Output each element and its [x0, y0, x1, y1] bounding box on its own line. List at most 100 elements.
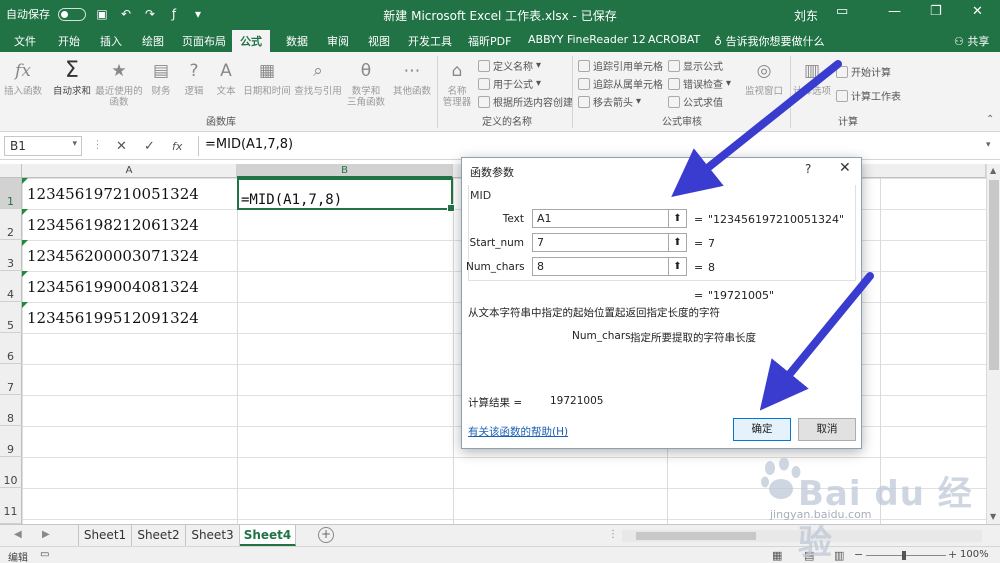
show-formulas-button[interactable]: 显示公式	[668, 58, 723, 73]
cancel-button[interactable]: 取消	[798, 418, 856, 441]
sheet-tab-sheet2[interactable]: Sheet2	[132, 525, 186, 546]
recent-functions-button[interactable]: ★ 最近使用的 函数	[94, 58, 144, 108]
arg-input-text[interactable]: A1	[532, 209, 669, 228]
row-header[interactable]: 9	[0, 426, 22, 457]
group-separator	[790, 56, 791, 128]
more-functions-button[interactable]: ⋯ 其他函数	[390, 58, 434, 97]
evaluate-formula-button[interactable]: 公式求值	[668, 94, 723, 109]
ok-button[interactable]: 确定	[733, 418, 791, 441]
cell-a3[interactable]: 123456200003071324	[22, 240, 237, 271]
tab-developer[interactable]: 开发工具	[406, 33, 454, 52]
next-sheet-icon[interactable]: ▶	[42, 529, 50, 540]
scroll-up-icon[interactable]: ▲	[990, 166, 996, 175]
tab-insert[interactable]: 插入	[98, 33, 124, 52]
row-header[interactable]: 7	[0, 364, 22, 395]
calc-sheet-button[interactable]: 计算工作表	[836, 88, 901, 103]
split-handle-icon[interactable]: ⋮	[608, 529, 618, 540]
enter-entry-icon[interactable]: ✓	[144, 139, 155, 154]
dialog-help-button[interactable]: ?	[805, 162, 811, 176]
row-header[interactable]: 11	[0, 488, 22, 524]
tab-page-layout[interactable]: 页面布局	[180, 33, 228, 52]
row-header[interactable]: 3	[0, 240, 22, 271]
collapse-dialog-icon[interactable]: ⬆	[669, 209, 687, 228]
add-sheet-icon[interactable]: +	[318, 527, 334, 543]
tell-me-search[interactable]: ♁ 告诉我你想要做什么	[712, 33, 827, 52]
financial-button[interactable]: ▤ 财务	[146, 58, 176, 97]
expand-formula-icon[interactable]: ▾	[986, 140, 991, 150]
user-name[interactable]: 刘东	[794, 7, 818, 24]
insert-function-button[interactable]: fx 插入函数	[3, 58, 43, 97]
function-help-link[interactable]: 有关该函数的帮助(H)	[468, 424, 568, 439]
macro-record-icon[interactable]: ▭	[40, 549, 49, 560]
arg-input-start-num[interactable]: 7	[532, 233, 669, 252]
sheet-tab-sheet4[interactable]: Sheet4	[240, 525, 296, 546]
horizontal-scroll-thumb[interactable]	[636, 532, 756, 540]
name-box[interactable]: B1	[4, 136, 82, 156]
column-header-a[interactable]: A	[22, 164, 237, 178]
row-header[interactable]: 6	[0, 333, 22, 364]
calc-result-value: 19721005	[550, 395, 604, 407]
calc-now-button[interactable]: 开始计算	[836, 64, 891, 79]
column-header-b[interactable]: B	[237, 164, 453, 178]
tab-home[interactable]: 开始	[56, 33, 82, 52]
trace-dependents-button[interactable]: 追踪从属单元格	[578, 76, 663, 91]
datetime-button[interactable]: ▦ 日期和时间	[242, 58, 292, 97]
name-manager-button[interactable]: ⌂ 名称 管理器	[440, 58, 474, 108]
select-all-corner[interactable]	[0, 164, 22, 178]
collapse-dialog-icon[interactable]: ⬆	[669, 257, 687, 276]
close-window-icon[interactable]: ✕	[972, 4, 983, 19]
tab-foxit-pdf[interactable]: 福昕PDF	[466, 33, 513, 52]
row-header[interactable]: 8	[0, 395, 22, 426]
tab-data[interactable]: 数据	[284, 33, 310, 52]
calc-options-button[interactable]: ▥ 计算选项	[792, 58, 832, 97]
drag-handle-icon[interactable]: ⋮	[92, 138, 103, 151]
dialog-close-icon[interactable]: ✕	[839, 160, 851, 176]
tab-draw[interactable]: 绘图	[140, 33, 166, 52]
row-header[interactable]: 10	[0, 457, 22, 488]
tab-file[interactable]: 文件	[12, 33, 38, 52]
row-header[interactable]: 1	[0, 178, 22, 209]
remove-arrows-button[interactable]: 移去箭头 ▾	[578, 94, 641, 109]
prev-sheet-icon[interactable]: ◀	[14, 529, 22, 540]
share-button[interactable]: ⚇ 共享	[952, 33, 991, 52]
row-header[interactable]: 4	[0, 271, 22, 302]
watch-window-button[interactable]: ◎ 监视窗口	[742, 58, 786, 97]
minimize-icon[interactable]: —	[888, 4, 901, 19]
cell-a5[interactable]: 123456199512091324	[22, 302, 237, 333]
cancel-entry-icon[interactable]: ✕	[116, 139, 127, 154]
vertical-scrollbar[interactable]: ▲ ▼	[986, 164, 1000, 524]
create-from-selection-button[interactable]: 根据所选内容创建	[478, 94, 573, 109]
tab-abbyy[interactable]: ABBYY FineReader 12	[526, 33, 648, 52]
collapse-dialog-icon[interactable]: ⬆	[669, 233, 687, 252]
tab-review[interactable]: 审阅	[325, 33, 351, 52]
cell-a4[interactable]: 123456199004081324	[22, 271, 237, 302]
use-in-formula-button[interactable]: 用于公式 ▾	[478, 76, 541, 91]
row-header[interactable]: 2	[0, 209, 22, 240]
math-trig-button[interactable]: θ 数学和 三角函数	[344, 58, 388, 108]
tab-formulas[interactable]: 公式	[232, 30, 270, 52]
sheet-tab-sheet1[interactable]: Sheet1	[78, 525, 132, 546]
text-functions-button[interactable]: A 文本	[212, 58, 240, 97]
collapse-ribbon-icon[interactable]: ⌃	[986, 114, 994, 125]
normal-view-icon[interactable]: ▦	[772, 549, 782, 562]
error-checking-button[interactable]: 错误检查 ▾	[668, 76, 731, 91]
autosum-button[interactable]: Σ 自动求和	[50, 58, 94, 97]
vertical-scroll-thumb[interactable]	[989, 180, 999, 370]
ribbon-display-icon[interactable]: ▭	[836, 4, 848, 19]
tab-acrobat[interactable]: ACROBAT	[646, 33, 702, 52]
row-header[interactable]: 5	[0, 302, 22, 333]
trace-precedents-button[interactable]: 追踪引用单元格	[578, 58, 663, 73]
cell-a2[interactable]: 123456198212061324	[22, 209, 237, 240]
sheet-tab-sheet3[interactable]: Sheet3	[186, 525, 240, 546]
cell-a1[interactable]: 123456197210051324	[22, 178, 237, 209]
insert-function-fx-icon[interactable]: fx	[172, 140, 182, 153]
scroll-down-icon[interactable]: ▼	[990, 512, 996, 521]
arg-input-num-chars[interactable]: 8	[532, 257, 669, 276]
tab-view[interactable]: 视图	[366, 33, 392, 52]
define-name-button[interactable]: 定义名称 ▾	[478, 58, 541, 73]
formula-input[interactable]: =MID(A1,7,8)	[198, 136, 994, 156]
restore-icon[interactable]: ❐	[930, 4, 942, 19]
cell-b1-active[interactable]: =MID(A1,7,8)	[237, 178, 455, 212]
lookup-button[interactable]: ⌕ 查找与引用	[292, 58, 344, 97]
logical-button[interactable]: ? 逻辑	[180, 58, 208, 97]
